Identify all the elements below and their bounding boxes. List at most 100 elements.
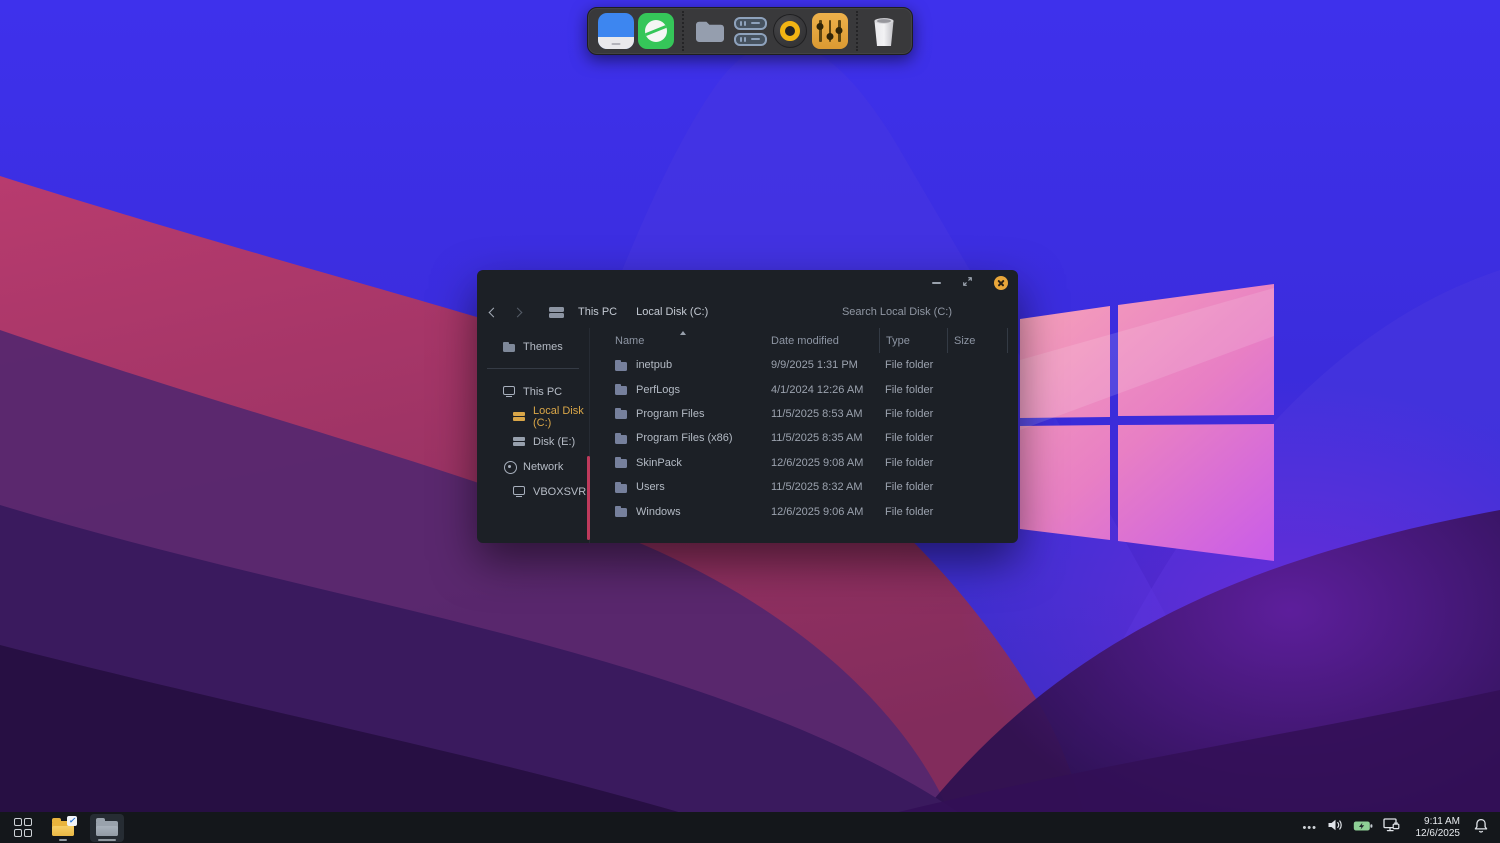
minimize-button[interactable]	[932, 282, 941, 284]
dock-separator	[856, 11, 858, 51]
file-row[interactable]: Users 11/5/2025 8:32 AM File folder	[600, 475, 1018, 499]
file-date-modified: 11/5/2025 8:53 AM	[771, 407, 863, 420]
file-date-modified: 11/5/2025 8:32 AM	[771, 481, 863, 494]
file-row[interactable]: Program Files 11/5/2025 8:53 AM File fol…	[600, 402, 1018, 426]
system-tray: ••• 9:11 AM 12/6/2025	[1302, 816, 1490, 839]
sidebar-item[interactable]: Network	[477, 454, 589, 479]
file-type: File folder	[885, 407, 934, 420]
file-row[interactable]: PerfLogs 4/1/2024 12:26 AM File folder	[600, 377, 1018, 401]
file-type: File folder	[885, 359, 934, 372]
tray-overflow-icon[interactable]: •••	[1302, 822, 1317, 834]
desktop: This PC Local Disk (C:) Search Local Dis…	[0, 0, 1500, 843]
column-header-type[interactable]: Type	[879, 328, 947, 353]
file-name: inetpub	[636, 359, 673, 372]
sidebar-divider	[487, 368, 579, 369]
close-button[interactable]	[994, 276, 1008, 290]
sidebar-item-icon	[503, 385, 516, 398]
start-icon	[13, 818, 33, 837]
file-date-modified: 4/1/2024 12:26 AM	[771, 383, 864, 396]
sidebar-item[interactable]: Disk (E:)	[477, 429, 589, 454]
file-list: Name Date modified Type Size inetpub 9/9…	[590, 328, 1018, 543]
folder-window-icon	[96, 817, 118, 836]
browser-icon[interactable]	[638, 13, 674, 49]
column-header-date-modified[interactable]: Date modified	[765, 328, 879, 353]
file-row[interactable]: Windows 12/6/2025 9:06 AM File folder	[600, 499, 1018, 523]
sidebar-item-icon	[513, 436, 526, 448]
file-date-modified: 11/5/2025 8:35 AM	[771, 432, 863, 445]
this-pc-icon	[549, 306, 564, 318]
equalizer-icon[interactable]	[812, 13, 848, 49]
sidebar-item-label: This PC	[523, 385, 563, 398]
battery-icon[interactable]	[1353, 819, 1373, 837]
folder-icon	[615, 432, 628, 444]
taskbar-active-folder-button[interactable]	[90, 813, 124, 842]
file-row[interactable]: Program Files (x86) 11/5/2025 8:35 AM Fi…	[600, 426, 1018, 450]
folder-icon[interactable]	[692, 13, 728, 49]
taskbar: ••• 9:11 AM 12/6/2025	[0, 812, 1500, 843]
sidebar-item-icon	[513, 411, 526, 423]
file-row[interactable]: inetpub 9/9/2025 1:31 PM File folder	[600, 353, 1018, 377]
file-name: Program Files	[636, 407, 705, 420]
file-type: File folder	[885, 481, 934, 494]
file-explorer-window: This PC Local Disk (C:) Search Local Dis…	[477, 270, 1018, 543]
sidebar-item[interactable]: This PC	[477, 379, 589, 404]
taskbar-clock[interactable]: 9:11 AM 12/6/2025	[1410, 816, 1461, 839]
sidebar-item-label: Disk (E:)	[533, 435, 576, 448]
sidebar-item[interactable]: Local Disk (C:)	[477, 404, 589, 429]
maximize-button[interactable]	[962, 276, 973, 290]
sidebar-item-icon	[503, 341, 516, 353]
folder-icon	[615, 481, 628, 493]
folder-icon	[615, 359, 628, 371]
sidebar-item-label: Local Disk (C:)	[533, 404, 584, 429]
sidebar-scrollbar-thumb[interactable]	[587, 456, 590, 540]
disk-icon[interactable]	[598, 13, 634, 49]
file-name: Program Files (x86)	[636, 432, 733, 445]
file-type: File folder	[885, 383, 934, 396]
folder-icon	[615, 506, 628, 518]
sidebar-item-label: Network	[523, 460, 564, 473]
network-icon[interactable]	[1383, 818, 1400, 837]
folder-icon	[615, 384, 628, 396]
file-type: File folder	[885, 456, 934, 469]
folder-icon	[615, 408, 628, 420]
navigation-bar: This PC Local Disk (C:) Search Local Dis…	[477, 296, 1018, 328]
start-button[interactable]	[10, 814, 36, 842]
notifications-icon[interactable]	[1474, 818, 1488, 838]
file-date-modified: 12/6/2025 9:08 AM	[771, 456, 864, 469]
file-type: File folder	[885, 505, 934, 518]
trash-icon[interactable]	[866, 13, 902, 49]
file-name: Users	[636, 481, 665, 494]
clock-date: 12/6/2025	[1415, 827, 1461, 839]
servers-icon[interactable]	[732, 13, 768, 49]
sort-ascending-icon	[680, 331, 686, 335]
folder-icon	[615, 457, 628, 469]
sidebar-item-icon	[503, 461, 517, 474]
file-date-modified: 9/9/2025 1:31 PM	[771, 359, 858, 372]
file-type: File folder	[885, 432, 934, 445]
breadcrumb-this-pc[interactable]: This PC	[578, 306, 617, 318]
sidebar: Themes This PC Local Disk (C:) Disk (E:)…	[477, 328, 590, 543]
volume-icon[interactable]	[1327, 818, 1343, 837]
dock-separator	[682, 11, 684, 51]
window-titlebar[interactable]	[477, 270, 1018, 296]
back-icon[interactable]	[488, 307, 499, 317]
speaker-icon[interactable]	[773, 14, 807, 48]
file-name: Windows	[636, 505, 681, 518]
file-name: SkinPack	[636, 456, 682, 469]
sidebar-item-label: VBOXSVR	[533, 485, 587, 498]
sidebar-item-icon	[513, 485, 526, 498]
file-explorer-icon	[52, 815, 77, 836]
search-input[interactable]: Search Local Disk (C:)	[842, 306, 952, 318]
taskbar-file-explorer-button[interactable]	[50, 814, 77, 842]
breadcrumb-local-disk[interactable]: Local Disk (C:)	[636, 306, 708, 318]
forward-icon[interactable]	[512, 307, 523, 317]
clock-time: 9:11 AM	[1424, 816, 1460, 827]
file-name: PerfLogs	[636, 383, 681, 396]
file-row[interactable]: SkinPack 12/6/2025 9:08 AM File folder	[600, 451, 1018, 475]
column-header-size[interactable]: Size	[947, 328, 1008, 353]
sidebar-item[interactable]: VBOXSVR	[477, 479, 589, 504]
sidebar-item[interactable]: Themes	[477, 336, 589, 358]
column-headers: Name Date modified Type Size	[600, 328, 1018, 353]
dock	[587, 7, 913, 55]
check-badge-icon	[67, 815, 77, 826]
